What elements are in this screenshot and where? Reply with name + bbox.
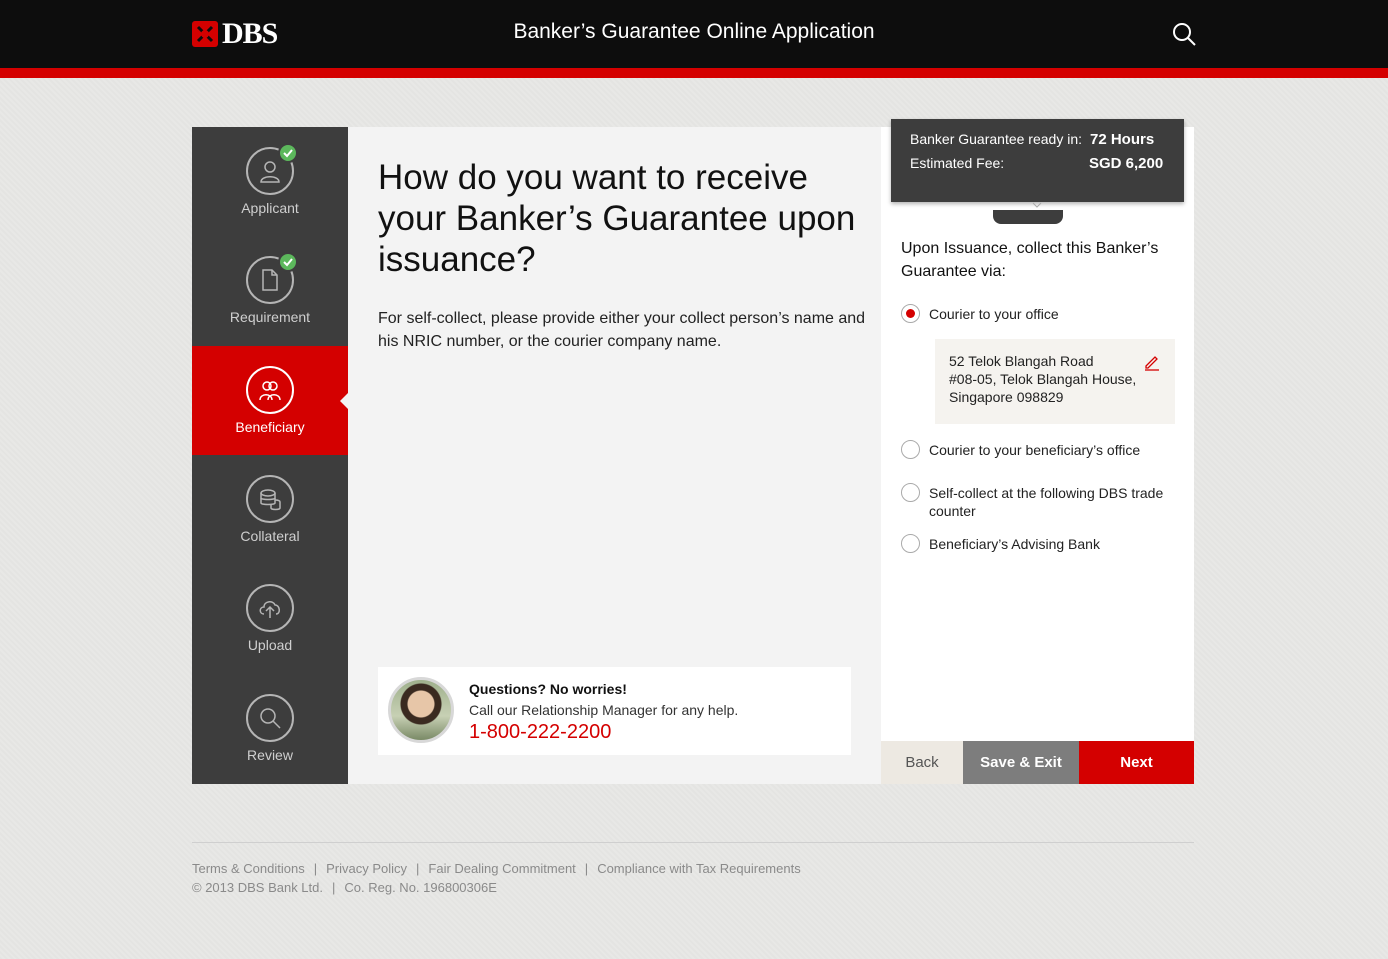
instruction-text: For self-collect, please provide either … <box>378 310 866 350</box>
radio-button[interactable] <box>901 483 920 502</box>
option-label: Beneficiary’s Advising Bank <box>929 536 1100 552</box>
sidebar-item-upload[interactable]: Upload <box>192 564 348 673</box>
cloud-upload-icon <box>259 601 280 618</box>
collect-title: Upon Issuance, collect this Banker’s Gua… <box>901 240 1159 280</box>
sidebar-item-beneficiary[interactable]: Beneficiary <box>192 346 348 455</box>
save-exit-button[interactable]: Save & Exit <box>963 741 1079 784</box>
company-reg-number: Co. Reg. No. 196800306E <box>344 880 497 895</box>
step-circle <box>246 584 294 632</box>
footer-divider <box>192 842 1194 843</box>
help-subtitle: Call our Relationship Manager for any he… <box>469 702 739 718</box>
footer-link-privacy[interactable]: Privacy Policy <box>326 861 407 876</box>
sidebar-item-review[interactable]: Review <box>192 674 348 783</box>
summary-toggle-tab[interactable] <box>993 210 1063 224</box>
footer-link-terms[interactable]: Terms & Conditions <box>192 861 305 876</box>
right-panel: Banker Guarantee ready in: 72 Hours Esti… <box>881 119 1194 784</box>
person-icon <box>260 161 280 183</box>
magnifier-icon <box>260 708 281 729</box>
sidebar-item-label: Review <box>247 747 293 763</box>
sidebar-item-requirement[interactable]: Requirement <box>192 236 348 345</box>
separator: | <box>332 880 336 895</box>
separator: | <box>416 861 420 876</box>
help-title: Questions? No worries! <box>469 681 627 697</box>
radio-button[interactable] <box>901 440 920 459</box>
group-icon <box>259 381 281 401</box>
sidebar-item-label: Applicant <box>241 200 299 216</box>
copyright-text: © 2013 DBS Bank Ltd. <box>192 880 323 895</box>
help-phone-link[interactable]: 1-800-222-2200 <box>469 721 611 744</box>
completed-check-icon <box>278 252 298 272</box>
sidebar-item-label: Requirement <box>229 309 311 325</box>
relationship-manager-avatar <box>388 677 454 743</box>
ready-label: Banker Guarantee ready in: <box>910 131 1082 147</box>
ready-value: 72 Hours <box>1090 131 1155 148</box>
footer-copyright: © 2013 DBS Bank Ltd. | Co. Reg. No. 196800… <box>192 880 497 895</box>
search-icon[interactable] <box>1170 20 1198 48</box>
fee-label: Estimated Fee: <box>910 155 1005 171</box>
address-line: Singapore 098829 <box>949 389 1064 405</box>
footer-links: Terms & Conditions | Privacy Policy | Fair D… <box>192 861 801 876</box>
coins-icon <box>260 489 281 511</box>
radio-button[interactable] <box>901 304 920 323</box>
completed-check-icon <box>278 143 298 163</box>
sidebar-item-label: Collateral <box>240 528 300 544</box>
application-card: Applicant Requirement Beneficiary Collat… <box>192 119 1194 784</box>
step-sidebar: Applicant Requirement Beneficiary Collat… <box>192 127 349 784</box>
step-circle <box>246 366 294 414</box>
chevron-down-icon[interactable] <box>1032 201 1042 209</box>
header-accent-bar <box>0 68 1388 78</box>
main-content: How do you want to receive your Banker’s… <box>348 127 881 784</box>
next-button[interactable]: Next <box>1079 741 1194 784</box>
option-label: Courier to your office <box>929 306 1059 322</box>
ready-row: Banker Guarantee ready in: 72 Hours <box>910 131 1170 148</box>
option-label: Courier to your beneficiary’s office <box>929 442 1141 458</box>
sidebar-item-label: Upload <box>247 637 293 653</box>
address-line: 52 Telok Blangah Road <box>949 353 1094 369</box>
sidebar-item-applicant[interactable]: Applicant <box>192 127 348 236</box>
help-box: Questions? No worries! Call our Relation… <box>378 667 851 755</box>
option-label: Self-collect at the following DBS trade … <box>929 485 1164 519</box>
fee-value: SGD 6,200 <box>1089 155 1164 172</box>
separator: | <box>584 861 589 876</box>
fee-row: Estimated Fee: SGD 6,200 <box>910 155 1170 172</box>
address-box: 52 Telok Blangah Road #08-05, Telok Blan… <box>935 339 1175 424</box>
sidebar-item-collateral[interactable]: Collateral <box>192 455 348 564</box>
separator: | <box>313 861 318 876</box>
radio-button[interactable] <box>901 534 920 553</box>
pencil-icon[interactable] <box>1143 353 1161 371</box>
footer-link-tax-compliance[interactable]: Compliance with Tax Requirements <box>597 861 801 876</box>
step-circle <box>246 475 294 523</box>
step-circle <box>246 694 294 742</box>
address-line: #08-05, Telok Blangah House, <box>949 371 1137 387</box>
sidebar-item-label: Beneficiary <box>235 419 305 435</box>
back-button[interactable]: Back <box>881 741 963 784</box>
top-bar: DBS Banker’s Guarantee Online Applicatio… <box>0 0 1388 68</box>
fee-summary: Banker Guarantee ready in: 72 Hours Esti… <box>891 119 1184 208</box>
page-title: How do you want to receive your Banker’s… <box>378 158 856 279</box>
document-icon <box>262 269 278 291</box>
footer-link-fair-dealing[interactable]: Fair Dealing Commitment <box>428 861 575 876</box>
